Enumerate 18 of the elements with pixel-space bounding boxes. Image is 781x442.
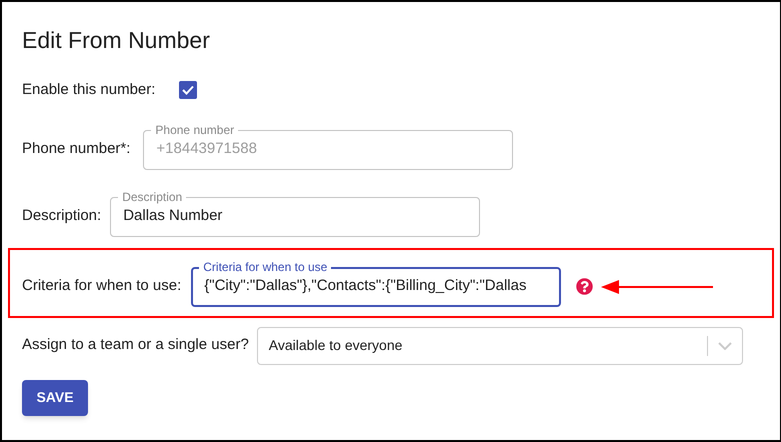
field-label: Phone number*: bbox=[22, 139, 130, 160]
floating-label: Criteria for when to use bbox=[199, 260, 332, 274]
field-label: Criteria for when to use: bbox=[22, 276, 182, 296]
field-value: {"City":"Dallas"},"Contacts":{"Billing_City":"Dallas bbox=[204, 276, 526, 296]
page-title: Edit From Number bbox=[22, 26, 211, 54]
field-value: Dallas Number bbox=[123, 206, 222, 226]
help-icon[interactable] bbox=[576, 278, 594, 295]
select-value: Available to everyone bbox=[268, 336, 404, 355]
field-label: Enable this number: bbox=[22, 80, 156, 100]
floating-label: Phone number bbox=[151, 122, 238, 136]
floating-label: Description bbox=[118, 190, 186, 204]
chevron-down-icon bbox=[718, 342, 732, 350]
checkbox[interactable] bbox=[179, 81, 198, 100]
save-button[interactable]: SAVE bbox=[22, 380, 88, 416]
field-label: Description: bbox=[22, 206, 102, 226]
select-field[interactable]: Available to everyone bbox=[256, 326, 743, 364]
field-value: +18443971588 bbox=[156, 139, 257, 160]
field-label: Assign to a team or a single user? bbox=[22, 335, 249, 356]
